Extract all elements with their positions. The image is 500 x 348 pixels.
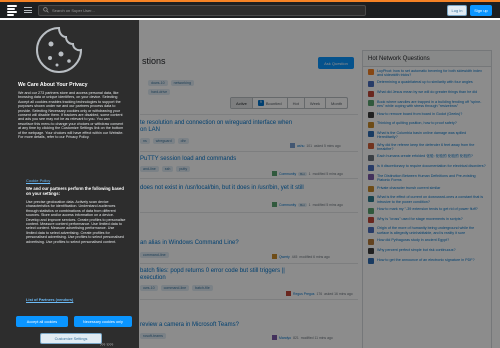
signup-button[interactable]: Sign up [470, 5, 492, 16]
consent-subheading: We and our partners perform the followin… [26, 186, 124, 196]
necessary-cookies-button[interactable]: Necessary cookies only [74, 316, 132, 327]
top-bar: Search on Super User... Log in Sign up [0, 0, 500, 18]
search-input[interactable]: Search on Super User... [38, 4, 366, 16]
search-icon [43, 7, 49, 13]
consent-purposes: Use precise geolocation data. Actively s… [26, 200, 126, 244]
cookie-consent-panel: We Care About Your Privacy We and our 27… [0, 20, 139, 348]
menu-icon[interactable] [24, 6, 32, 14]
partners-link[interactable]: List of Partners (vendors) [26, 297, 73, 302]
customize-settings-button[interactable]: Customize Settings [40, 333, 102, 344]
consent-body: We and our 273 partners store and access… [18, 91, 124, 140]
cookie-policy-link[interactable]: Cookie Policy [26, 178, 50, 183]
bottom-text: ??? ???? [100, 343, 114, 347]
site-logo-icon[interactable] [6, 4, 18, 16]
cookie-icon [35, 26, 83, 74]
accept-all-cookies-button[interactable]: Accept all cookies [16, 316, 68, 327]
search-placeholder: Search on Super User... [52, 7, 95, 13]
consent-heading: We Care About Your Privacy [18, 82, 88, 88]
login-button[interactable]: Log in [447, 5, 467, 16]
